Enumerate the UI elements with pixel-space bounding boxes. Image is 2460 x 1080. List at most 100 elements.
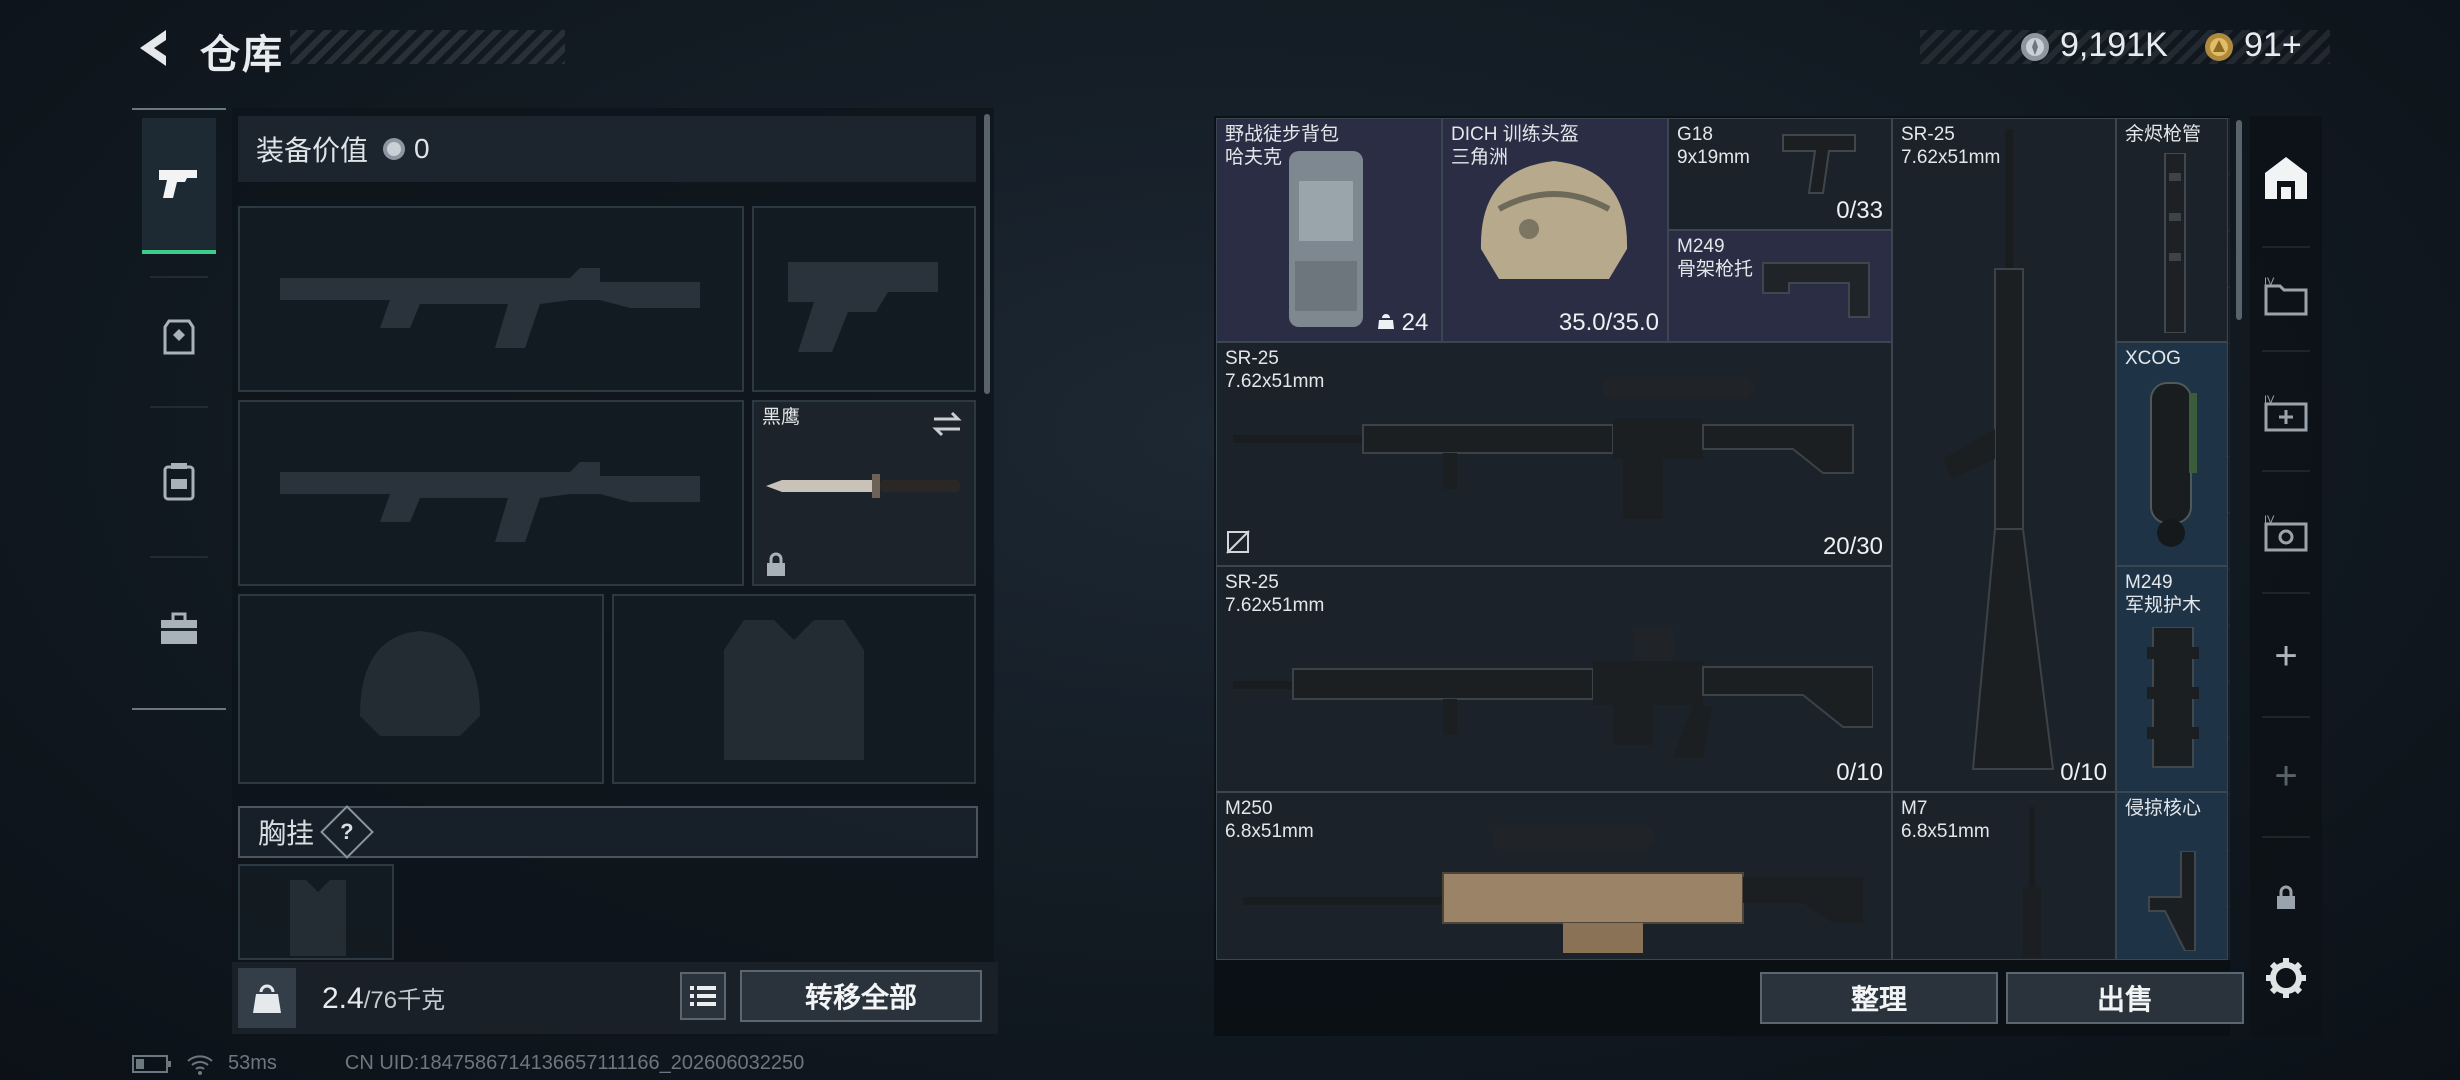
sort-button[interactable]: 整理 bbox=[1760, 972, 1998, 1024]
item-name: 余烬枪管 bbox=[2125, 124, 2202, 145]
title-decoration bbox=[290, 30, 565, 64]
storage-item-xcog[interactable]: XCOG bbox=[2116, 342, 2228, 566]
svg-text:IV: IV bbox=[2264, 276, 2275, 288]
currency-silver-amount: 9,191K bbox=[2060, 26, 2168, 64]
rail-separator bbox=[2262, 470, 2310, 472]
rail-tab-all[interactable] bbox=[2250, 142, 2322, 214]
item-ammo: 0/33 bbox=[1836, 197, 1883, 224]
rail-add-tab-button[interactable]: + bbox=[2250, 620, 2322, 692]
gear-icon bbox=[2266, 958, 2306, 998]
item-name: M7 6.8x51mm bbox=[1901, 798, 1990, 842]
weight-readout: 2.4/76千克 bbox=[322, 980, 445, 1016]
status-bar: 53ms CN UID:1847586714136657111166_20260… bbox=[132, 1052, 804, 1075]
uid-readout: CN UID:1847586714136657111166_2026060322… bbox=[344, 1052, 805, 1074]
rail-separator bbox=[2262, 716, 2310, 718]
rail-tab-folder[interactable]: IV bbox=[2250, 260, 2322, 332]
rail-separator bbox=[2262, 592, 2310, 594]
currency-gold-amount[interactable]: 91+ bbox=[2244, 26, 2302, 65]
ticket-icon: IV bbox=[2264, 514, 2308, 552]
storage-scrollbar[interactable] bbox=[2236, 120, 2242, 320]
swap-icon[interactable] bbox=[930, 410, 964, 438]
storage-item-g18[interactable]: G18 9x19mm 0/33 bbox=[1668, 118, 1892, 230]
storage-item-m249-handguard[interactable]: M249 军规护木 bbox=[2116, 566, 2228, 792]
melee-name: 黑鹰 bbox=[762, 407, 801, 428]
rail-separator bbox=[2262, 246, 2310, 248]
sidebar-separator bbox=[150, 556, 208, 558]
secondary-weapon-slot[interactable] bbox=[238, 400, 744, 586]
help-badge[interactable]: ? bbox=[320, 805, 374, 859]
list-icon bbox=[690, 986, 716, 1006]
sidebar-divider-top bbox=[132, 108, 226, 110]
lock-icon bbox=[767, 552, 785, 576]
storage-item-barrel[interactable]: 余烬枪管 bbox=[2116, 118, 2228, 342]
item-ammo: 0/10 bbox=[2060, 759, 2107, 786]
rifle-silhouette-icon bbox=[280, 462, 700, 542]
sidebar-tab-backpack[interactable] bbox=[142, 444, 216, 518]
storage-item-m250[interactable]: M250 6.8x51mm bbox=[1216, 792, 1892, 960]
storage-item-m7[interactable]: M7 6.8x51mm bbox=[1892, 792, 2116, 960]
transfer-all-button[interactable]: 转移全部 bbox=[740, 970, 982, 1022]
stock-image bbox=[1762, 262, 1870, 318]
svg-text:IV: IV bbox=[2264, 514, 2275, 526]
storage-item-helmet[interactable]: DICH 训练头盔 三角洲 35.0/35.0 bbox=[1442, 118, 1668, 342]
wifi-icon bbox=[187, 1054, 213, 1075]
equipment-value-label: 装备价值 bbox=[256, 135, 369, 166]
rail-tab-tickets[interactable]: IV bbox=[2250, 498, 2322, 570]
slots-icon bbox=[1378, 314, 1394, 329]
body-armor-slot[interactable] bbox=[612, 594, 976, 784]
silver-coin-icon bbox=[383, 138, 406, 160]
item-ammo: 20/30 bbox=[1822, 533, 1883, 560]
scoped-rifle-image bbox=[1233, 377, 1854, 519]
barrel-image bbox=[2164, 153, 2186, 333]
rail-tab-medical[interactable]: IV bbox=[2250, 378, 2322, 450]
item-name: XCOG bbox=[2125, 348, 2181, 369]
weight-max: /76千克 bbox=[363, 987, 446, 1014]
warehouse-icon bbox=[2265, 157, 2307, 199]
sidebar-tab-armor[interactable] bbox=[142, 300, 216, 374]
chest-rig-label: 胸挂 bbox=[258, 818, 315, 849]
sidearm-slot[interactable] bbox=[752, 206, 976, 392]
briefcase-icon bbox=[161, 612, 197, 644]
handguard-image bbox=[2147, 627, 2199, 768]
rail-separator bbox=[2262, 350, 2310, 352]
chest-rig-slot[interactable] bbox=[238, 864, 394, 960]
storage-item-sr25-vertical[interactable]: SR-25 7.62x51mm 0/10 bbox=[1892, 118, 2116, 792]
help-icon: ? bbox=[340, 818, 354, 844]
scope-image bbox=[2150, 382, 2197, 547]
storage-item-m249-stock[interactable]: M249 骨架枪托 bbox=[1668, 230, 1892, 342]
gold-coin-icon bbox=[2205, 33, 2233, 61]
storage-item-core[interactable]: 侵掠核心 bbox=[2116, 792, 2228, 960]
rifle-vertical-image bbox=[2023, 807, 2041, 957]
no-mag-icon bbox=[1226, 530, 1250, 554]
settings-button[interactable] bbox=[2250, 942, 2322, 1014]
list-view-button[interactable] bbox=[680, 972, 726, 1020]
rifle-image bbox=[1233, 627, 1873, 757]
rail-lock[interactable] bbox=[2250, 862, 2322, 934]
item-name: G18 9x19mm bbox=[1677, 124, 1750, 168]
chest-rig-silhouette-icon bbox=[290, 880, 346, 956]
back-arrow-icon[interactable] bbox=[132, 26, 176, 70]
backpack-icon bbox=[163, 463, 195, 501]
primary-weapon-slot[interactable] bbox=[238, 206, 744, 392]
sidebar-tab-weapons[interactable] bbox=[142, 118, 216, 254]
pistol-silhouette-icon bbox=[788, 262, 938, 352]
rail-separator bbox=[2262, 836, 2310, 838]
helmet-silhouette-icon bbox=[360, 631, 480, 736]
sidebar-tab-case[interactable] bbox=[142, 592, 216, 666]
storage-item-sr25-irons[interactable]: SR-25 7.62x51mm 0/10 bbox=[1216, 566, 1892, 792]
backpack-image bbox=[1289, 151, 1363, 327]
sell-button[interactable]: 出售 bbox=[2006, 972, 2244, 1024]
pistol-image bbox=[1782, 134, 1856, 194]
melee-slot[interactable]: 黑鹰 bbox=[752, 400, 976, 586]
rail-add-tab-disabled: + bbox=[2274, 753, 2298, 798]
armor-silhouette-icon bbox=[724, 620, 864, 760]
storage-item-sr25-scoped[interactable]: SR-25 7.62x51mm 20/30 bbox=[1216, 342, 1892, 566]
item-count: 24 bbox=[1377, 309, 1428, 337]
ping-readout: 53ms bbox=[228, 1052, 277, 1074]
loadout-scrollbar[interactable] bbox=[984, 114, 990, 394]
helmet-image bbox=[1480, 161, 1628, 279]
silver-coin-icon bbox=[2021, 33, 2049, 61]
helmet-slot[interactable] bbox=[238, 594, 604, 784]
rifle-silhouette-icon bbox=[280, 268, 700, 348]
storage-item-backpack[interactable]: 野战徒步背包 哈夫克 24 bbox=[1216, 118, 1442, 342]
